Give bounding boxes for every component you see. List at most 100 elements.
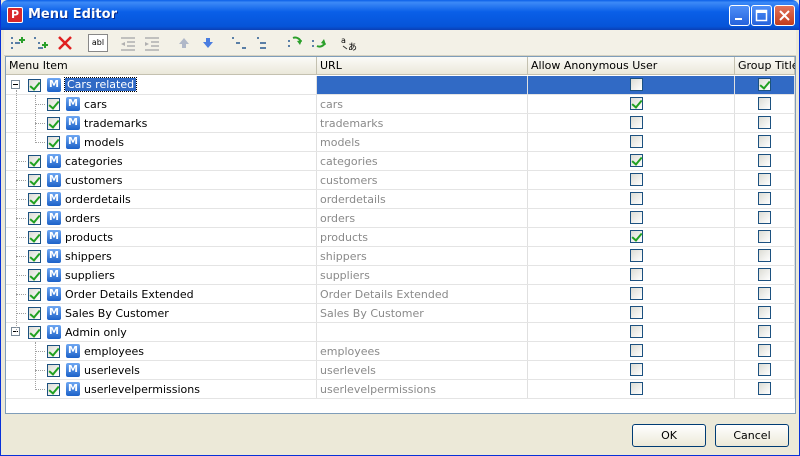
allow-anonymous-checkbox[interactable] xyxy=(630,306,643,319)
allow-anonymous-checkbox[interactable] xyxy=(630,249,643,262)
menu-item-label[interactable]: trademarks xyxy=(84,117,147,130)
group-title-checkbox[interactable] xyxy=(758,135,771,148)
url-cell[interactable]: shippers xyxy=(317,247,528,265)
url-cell[interactable]: products xyxy=(317,228,528,246)
allow-anonymous-checkbox[interactable] xyxy=(630,344,643,357)
menu-item-label[interactable]: Sales By Customer xyxy=(65,307,169,320)
group-title-checkbox[interactable] xyxy=(758,230,771,243)
menu-item-label[interactable]: Order Details Extended xyxy=(65,288,194,301)
table-row[interactable]: M Sales By Customer Sales By Customer xyxy=(6,304,795,323)
cancel-button[interactable]: Cancel xyxy=(715,424,789,447)
url-cell[interactable]: models xyxy=(317,133,528,151)
maximize-button[interactable] xyxy=(751,5,772,26)
enabled-checkbox[interactable] xyxy=(28,231,41,244)
url-cell[interactable]: cars xyxy=(317,95,528,113)
menu-item-label[interactable]: suppliers xyxy=(65,269,115,282)
table-row[interactable]: Mmodels models xyxy=(6,133,795,152)
menu-item-label[interactable]: shippers xyxy=(65,250,112,263)
expand-all-button[interactable] xyxy=(254,34,272,52)
url-cell[interactable]: orders xyxy=(317,209,528,227)
group-title-checkbox[interactable] xyxy=(758,287,771,300)
table-row[interactable]: Mcustomers customers xyxy=(6,171,795,190)
menu-item-label[interactable]: categories xyxy=(65,155,123,168)
menu-item-label[interactable]: models xyxy=(84,136,124,149)
enabled-checkbox[interactable] xyxy=(28,155,41,168)
collapse-toggle-icon[interactable] xyxy=(11,80,20,89)
allow-anonymous-checkbox[interactable] xyxy=(630,135,643,148)
group-title-checkbox[interactable] xyxy=(758,268,771,281)
enabled-checkbox[interactable] xyxy=(28,250,41,263)
menu-item-cell[interactable]: Mcustomers xyxy=(6,171,317,189)
allow-anonymous-checkbox[interactable] xyxy=(630,287,643,300)
group-title-checkbox[interactable] xyxy=(758,116,771,129)
menu-item-cell[interactable]: Mcars xyxy=(6,95,317,113)
enabled-checkbox[interactable] xyxy=(47,117,60,130)
menu-item-cell[interactable]: M Cars related xyxy=(6,76,317,94)
allow-anonymous-checkbox[interactable] xyxy=(630,230,643,243)
table-row[interactable]: Muserlevels userlevels xyxy=(6,361,795,380)
group-title-checkbox[interactable] xyxy=(758,173,771,186)
enabled-checkbox[interactable] xyxy=(47,364,60,377)
menu-item-cell[interactable]: Memployees xyxy=(6,342,317,360)
title-bar[interactable]: P Menu Editor xyxy=(1,0,799,30)
enabled-checkbox[interactable] xyxy=(28,288,41,301)
url-cell[interactable]: trademarks xyxy=(317,114,528,132)
enabled-checkbox[interactable] xyxy=(28,212,41,225)
enabled-checkbox[interactable] xyxy=(28,326,41,339)
enabled-checkbox[interactable] xyxy=(28,307,41,320)
indent-button[interactable] xyxy=(143,34,161,52)
enabled-checkbox[interactable] xyxy=(47,345,60,358)
minimize-button[interactable] xyxy=(729,5,750,26)
allow-anonymous-checkbox[interactable] xyxy=(630,192,643,205)
allow-anonymous-checkbox[interactable] xyxy=(630,211,643,224)
delete-button[interactable] xyxy=(56,34,74,52)
menu-item-cell[interactable]: Msuppliers xyxy=(6,266,317,284)
menu-item-label[interactable]: Cars related xyxy=(63,77,138,92)
menu-item-cell[interactable]: Muserlevelpermissions xyxy=(6,380,317,398)
menu-item-cell[interactable]: Mshippers xyxy=(6,247,317,265)
column-header-anonymous[interactable]: Allow Anonymous User xyxy=(528,57,735,75)
url-cell[interactable]: userlevelpermissions xyxy=(317,380,528,398)
table-row[interactable]: Mcategories categories xyxy=(6,152,795,171)
move-down-button[interactable] xyxy=(199,34,217,52)
menu-item-cell[interactable]: M Order Details Extended xyxy=(6,285,317,303)
move-up-button[interactable] xyxy=(175,34,193,52)
column-header-url[interactable]: URL xyxy=(317,57,528,75)
url-cell[interactable]: suppliers xyxy=(317,266,528,284)
import-button[interactable] xyxy=(286,34,304,52)
table-row[interactable]: M Cars related xyxy=(6,76,795,95)
table-row[interactable]: Morders orders xyxy=(6,209,795,228)
url-cell[interactable]: Order Details Extended xyxy=(317,285,528,303)
menu-item-cell[interactable]: Mmodels xyxy=(6,133,317,151)
table-row[interactable]: M Admin only xyxy=(6,323,795,342)
enabled-checkbox[interactable] xyxy=(47,136,60,149)
url-cell[interactable]: categories xyxy=(317,152,528,170)
url-cell[interactable]: customers xyxy=(317,171,528,189)
menu-item-label[interactable]: customers xyxy=(65,174,123,187)
table-row[interactable]: Msuppliers suppliers xyxy=(6,266,795,285)
allow-anonymous-checkbox[interactable] xyxy=(630,173,643,186)
menu-item-label[interactable]: orderdetails xyxy=(65,193,131,206)
url-cell[interactable] xyxy=(317,323,528,341)
column-header-group-title[interactable]: Group Title xyxy=(735,57,795,75)
allow-anonymous-checkbox[interactable] xyxy=(630,363,643,376)
menu-item-cell[interactable]: Muserlevels xyxy=(6,361,317,379)
group-title-checkbox[interactable] xyxy=(758,97,771,110)
menu-item-cell[interactable]: Mcategories xyxy=(6,152,317,170)
url-cell[interactable]: employees xyxy=(317,342,528,360)
table-row[interactable]: Mtrademarks trademarks xyxy=(6,114,795,133)
menu-item-label[interactable]: cars xyxy=(84,98,107,111)
collapse-all-button[interactable] xyxy=(230,34,248,52)
enabled-checkbox[interactable] xyxy=(28,79,41,92)
close-button[interactable] xyxy=(774,5,795,26)
ok-button[interactable]: OK xyxy=(632,424,706,447)
menu-item-label[interactable]: userlevels xyxy=(84,364,140,377)
table-row[interactable]: M Order Details Extended Order Details Ext… xyxy=(6,285,795,304)
group-title-checkbox[interactable] xyxy=(758,211,771,224)
menu-item-label[interactable]: employees xyxy=(84,345,144,358)
allow-anonymous-checkbox[interactable] xyxy=(630,382,643,395)
group-title-checkbox[interactable] xyxy=(758,192,771,205)
allow-anonymous-checkbox[interactable] xyxy=(630,97,643,110)
group-title-checkbox[interactable] xyxy=(758,344,771,357)
group-title-checkbox[interactable] xyxy=(758,325,771,338)
